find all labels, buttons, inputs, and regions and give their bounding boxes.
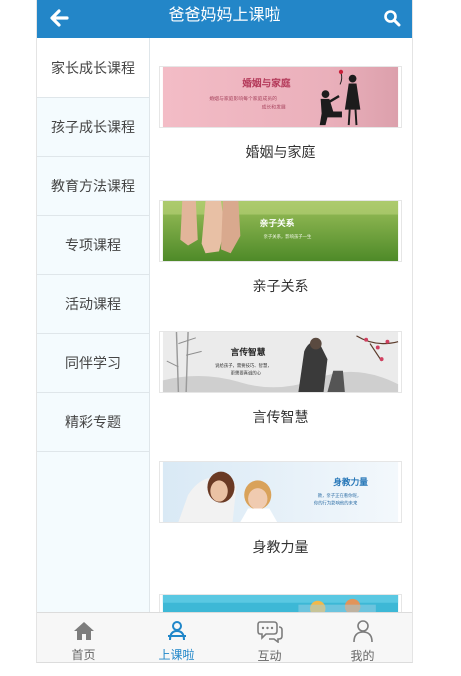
course-banner-image: 言传智慧 说给孩子，需要技巧、智慧， 更需要真诚的心 bbox=[159, 331, 402, 393]
course-list: 婚姻与家庭 婚姻与家庭影响每个家庭成员的 成长和发展 婚姻与家庭 亲子关系 亲子… bbox=[150, 38, 412, 612]
header-bar: 爸爸妈妈上课啦 bbox=[37, 0, 412, 38]
course-card-partial[interactable] bbox=[159, 594, 402, 612]
sidebar-item-child-growth[interactable]: 孩子成长课程 bbox=[37, 98, 149, 157]
course-banner-image bbox=[159, 594, 402, 612]
tab-interact[interactable]: 互动 bbox=[223, 613, 316, 663]
course-caption: 言传智慧 bbox=[252, 410, 309, 426]
svg-text:说给孩子，需要技巧、智慧，: 说给孩子，需要技巧、智慧， bbox=[215, 362, 271, 369]
sidebar-item-parent-growth[interactable]: 家长成长课程 bbox=[37, 38, 149, 98]
chat-icon bbox=[256, 621, 283, 643]
tab-home-label: 首页 bbox=[71, 648, 96, 662]
svg-text:成长和发展: 成长和发展 bbox=[262, 104, 286, 111]
course-card-parent-child[interactable]: 亲子关系 亲子关系，影响孩子一生 亲子关系 bbox=[159, 200, 402, 296]
svg-text:身教力量: 身教力量 bbox=[333, 476, 368, 488]
class-icon bbox=[167, 620, 186, 640]
sidebar-item-peer-learning[interactable]: 同伴学习 bbox=[37, 334, 149, 393]
app-window: 爸爸妈妈上课啦 家长成长课程 孩子成长课程 教育方法课程 专项课程 活动课程 同… bbox=[36, 0, 413, 663]
user-icon bbox=[352, 620, 373, 643]
svg-text:婚姻与家庭: 婚姻与家庭 bbox=[242, 77, 291, 89]
course-caption: 身教力量 bbox=[252, 540, 309, 556]
search-icon bbox=[384, 10, 401, 27]
svg-text:婚姻与家庭影响每个家庭成员的: 婚姻与家庭影响每个家庭成员的 bbox=[209, 95, 277, 102]
search-button[interactable] bbox=[374, 0, 410, 36]
category-sidebar: 家长成长课程 孩子成长课程 教育方法课程 专项课程 活动课程 同伴学习 精彩专题 bbox=[37, 38, 150, 612]
course-caption: 亲子关系 bbox=[252, 279, 309, 295]
svg-text:更需要真诚的心: 更需要真诚的心 bbox=[231, 370, 262, 377]
tab-interact-label: 互动 bbox=[257, 649, 282, 663]
tab-mine[interactable]: 我的 bbox=[316, 613, 409, 663]
svg-text:教，亲子正在看你呢，: 教，亲子正在看你呢， bbox=[318, 492, 361, 499]
sidebar-item-education-method[interactable]: 教育方法课程 bbox=[37, 157, 149, 216]
tab-class-label: 上课啦 bbox=[158, 648, 195, 662]
course-banner-image: 身教力量 教，亲子正在看你呢， 你的行为影响他的未来 bbox=[159, 461, 402, 523]
page-title: 爸爸妈妈上课啦 bbox=[168, 5, 281, 24]
svg-text:亲子关系，影响孩子一生: 亲子关系，影响孩子一生 bbox=[264, 233, 312, 240]
course-caption: 婚姻与家庭 bbox=[245, 145, 316, 161]
svg-text:你的行为影响他的未来: 你的行为影响他的未来 bbox=[314, 500, 358, 507]
course-banner-image: 亲子关系 亲子关系，影响孩子一生 bbox=[159, 200, 402, 262]
svg-text:言传智慧: 言传智慧 bbox=[231, 346, 266, 358]
tab-mine-label: 我的 bbox=[350, 649, 375, 663]
sidebar-item-featured[interactable]: 精彩专题 bbox=[37, 393, 149, 452]
tab-home[interactable]: 首页 bbox=[37, 613, 130, 662]
course-card-speech-wisdom[interactable]: 言传智慧 说给孩子，需要技巧、智慧， 更需要真诚的心 言传智慧 bbox=[159, 331, 402, 427]
tab-class[interactable]: 上课啦 bbox=[130, 613, 223, 662]
course-banner-image: 婚姻与家庭 婚姻与家庭影响每个家庭成员的 成长和发展 bbox=[159, 66, 402, 128]
home-icon bbox=[73, 621, 94, 640]
svg-text:亲子关系: 亲子关系 bbox=[260, 217, 295, 229]
bottom-tab-bar: 首页 上课啦 互动 我的 bbox=[37, 612, 412, 663]
course-card-marriage[interactable]: 婚姻与家庭 婚姻与家庭影响每个家庭成员的 成长和发展 婚姻与家庭 bbox=[159, 66, 402, 162]
sidebar-item-activity[interactable]: 活动课程 bbox=[37, 275, 149, 334]
sidebar-item-special[interactable]: 专项课程 bbox=[37, 216, 149, 275]
course-card-role-model[interactable]: 身教力量 教，亲子正在看你呢， 你的行为影响他的未来 身教力量 bbox=[159, 461, 402, 557]
